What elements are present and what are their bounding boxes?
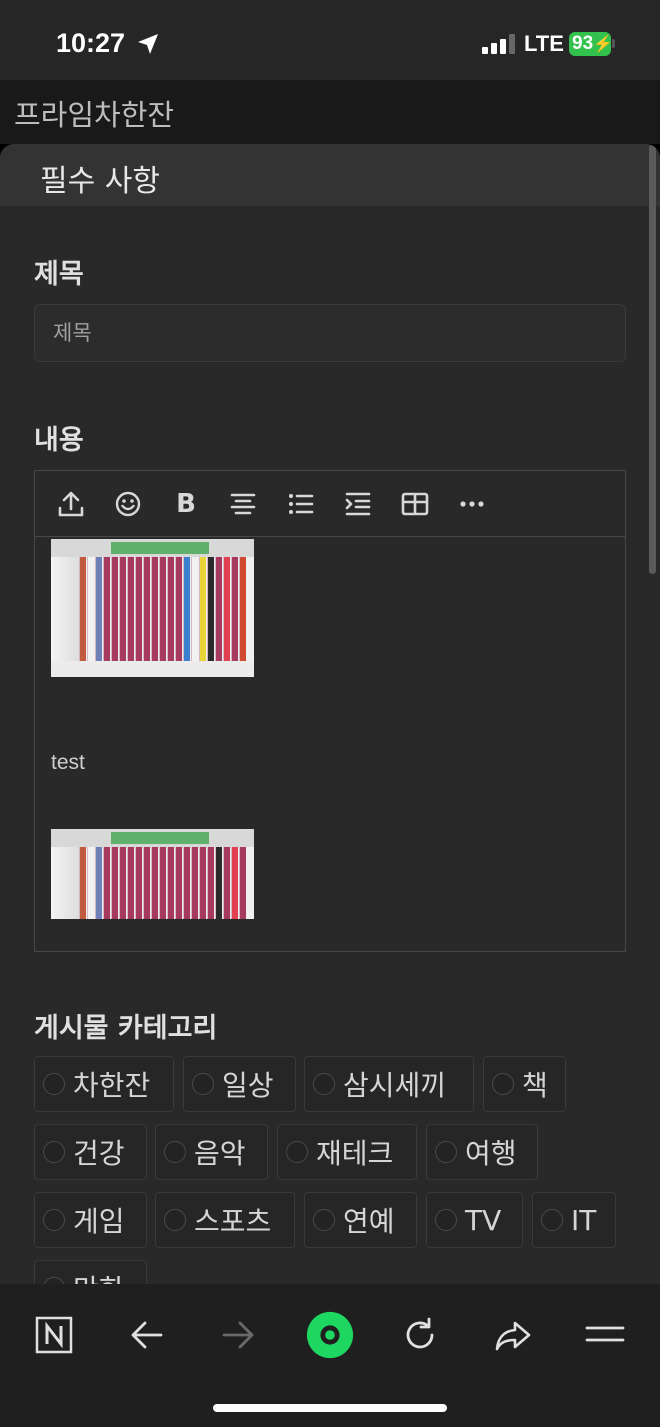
category-chip-label: 만화 — [73, 1268, 125, 1284]
bookshelf-image[interactable] — [51, 829, 254, 919]
forward-icon[interactable] — [213, 1310, 263, 1360]
more-icon[interactable] — [455, 487, 489, 521]
shelf-top — [51, 829, 254, 847]
reload-icon[interactable] — [395, 1310, 445, 1360]
bold-icon[interactable]: B — [169, 487, 203, 521]
menu-icon[interactable] — [580, 1310, 630, 1360]
post-editor-sheet: 필수 사항 제목 내용 B — [0, 144, 660, 1284]
back-icon[interactable] — [122, 1310, 172, 1360]
radio-button[interactable] — [164, 1141, 186, 1163]
category-chip-label: TV — [465, 1203, 502, 1237]
category-chip[interactable]: 음악 — [155, 1124, 268, 1180]
category-chip[interactable]: IT — [532, 1192, 616, 1248]
upload-icon[interactable] — [54, 487, 88, 521]
sheet-header: 필수 사항 — [0, 144, 660, 206]
category-chip-label: 여행 — [465, 1137, 517, 1170]
shelf-floor — [51, 661, 254, 677]
radio-button[interactable] — [286, 1141, 308, 1163]
radio-button[interactable] — [313, 1209, 335, 1231]
location-arrow-icon — [138, 34, 158, 54]
category-chip[interactable]: 책 — [483, 1056, 566, 1112]
share-icon[interactable] — [488, 1310, 538, 1360]
category-chip-label: 게임 — [73, 1205, 125, 1238]
scrollbar[interactable] — [649, 144, 656, 574]
radio-button[interactable] — [435, 1209, 457, 1231]
radio-button[interactable] — [313, 1073, 335, 1095]
bullet-list-icon[interactable] — [284, 487, 318, 521]
radio-button[interactable] — [492, 1073, 514, 1095]
category-chip-label: 음악 — [194, 1137, 246, 1170]
category-chip[interactable]: 스포츠 — [155, 1192, 295, 1248]
status-bar: 10:27 LTE 93⚡ — [0, 0, 660, 80]
content-editor[interactable]: B test — [34, 470, 626, 952]
category-chip[interactable]: 삼시세끼 — [304, 1056, 474, 1112]
title-input[interactable] — [34, 304, 626, 362]
category-chip[interactable]: 재테크 — [277, 1124, 417, 1180]
shelf-top — [51, 539, 254, 557]
green-dot-icon[interactable] — [305, 1310, 355, 1360]
green-book — [111, 832, 209, 844]
site-title[interactable]: 프라임차한잔 — [14, 92, 174, 134]
browser-bottom-bar — [0, 1284, 660, 1427]
category-chip[interactable]: 여행 — [426, 1124, 538, 1180]
category-chip[interactable]: TV — [426, 1192, 523, 1248]
book-spines — [79, 847, 254, 919]
radio-button[interactable] — [164, 1209, 186, 1231]
battery-icon: 93⚡ — [569, 32, 613, 56]
site-header: 프라임차한잔 — [0, 80, 660, 144]
category-chip[interactable]: 연예 — [304, 1192, 417, 1248]
title-label: 제목 — [34, 259, 84, 290]
category-chip-label: 삼시세끼 — [343, 1069, 447, 1102]
content-label: 내용 — [34, 425, 84, 456]
category-chip-label: 차한잔 — [73, 1069, 151, 1102]
radio-button[interactable] — [43, 1073, 65, 1095]
category-chip-label: 건강 — [73, 1137, 125, 1170]
content-text: test — [51, 751, 85, 774]
category-chip-label: 일상 — [222, 1069, 274, 1102]
green-book — [111, 542, 209, 554]
category-chip-label: 재테크 — [316, 1137, 394, 1170]
radio-button[interactable] — [192, 1073, 214, 1095]
align-center-icon[interactable] — [226, 487, 260, 521]
category-chip[interactable]: 게임 — [34, 1192, 147, 1248]
emoji-icon[interactable] — [111, 487, 145, 521]
category-chip-label: 스포츠 — [194, 1205, 272, 1238]
network-label: LTE — [524, 31, 564, 56]
naver-n-icon[interactable] — [29, 1310, 79, 1360]
radio-button[interactable] — [43, 1277, 65, 1284]
indent-icon[interactable] — [341, 487, 375, 521]
radio-button[interactable] — [541, 1209, 563, 1231]
bookshelf-image[interactable] — [51, 539, 254, 677]
category-chip-label: 책 — [522, 1069, 548, 1102]
category-chip-label: 연예 — [343, 1205, 395, 1238]
category-chip[interactable]: 일상 — [183, 1056, 296, 1112]
table-icon[interactable] — [398, 487, 432, 521]
radio-button[interactable] — [43, 1209, 65, 1231]
editor-toolbar: B — [35, 471, 625, 537]
home-indicator[interactable] — [213, 1404, 447, 1412]
category-chip[interactable]: 건강 — [34, 1124, 147, 1180]
radio-button[interactable] — [435, 1141, 457, 1163]
status-time: 10:27 — [56, 28, 126, 58]
category-chip[interactable]: 만화 — [34, 1260, 147, 1284]
category-chip[interactable]: 차한잔 — [34, 1056, 174, 1112]
category-label: 게시물 카테고리 — [34, 1013, 218, 1044]
signal-icon — [482, 34, 518, 54]
shelf-wall — [51, 539, 81, 677]
radio-button[interactable] — [43, 1141, 65, 1163]
category-chip-label: IT — [571, 1203, 597, 1237]
book-spines — [79, 557, 254, 661]
sheet-title: 필수 사항 — [40, 164, 160, 199]
battery-level: 93 — [572, 33, 594, 54]
battery-nub — [612, 39, 615, 48]
